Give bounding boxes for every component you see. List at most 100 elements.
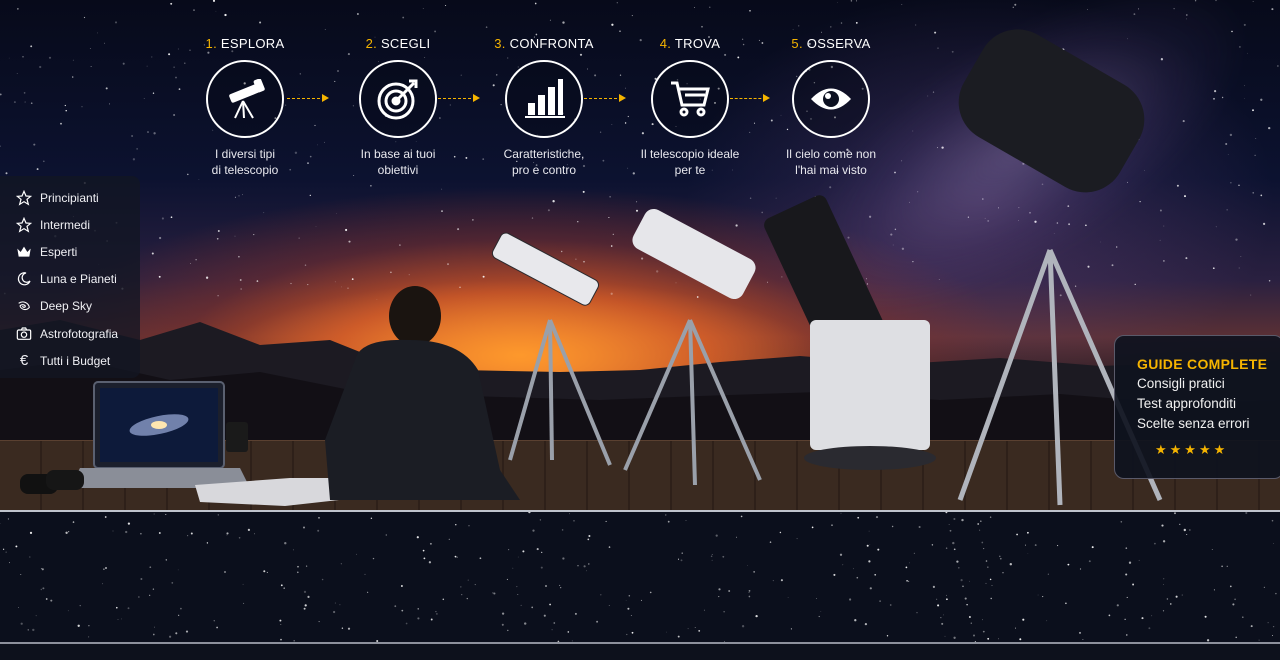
- person-silhouette: [325, 286, 520, 500]
- step-circle[interactable]: [359, 60, 437, 138]
- star-dot: [649, 591, 652, 594]
- star-dot: [736, 536, 737, 538]
- star-dot: [640, 599, 642, 601]
- guide-complete-card[interactable]: GUIDE COMPLETE Consigli pratici Test app…: [1114, 335, 1280, 479]
- galaxy-icon: [16, 298, 32, 314]
- step-esplora[interactable]: 1. ESPLORA I diversi tipi di telescopio: [185, 36, 305, 178]
- star-dot: [1229, 585, 1232, 588]
- star-dot: [435, 610, 437, 613]
- star-dot: [40, 588, 43, 591]
- star-dot: [1027, 531, 1029, 534]
- star-dot: [169, 635, 172, 638]
- star-dot: [949, 529, 952, 532]
- star-dot: [190, 532, 193, 535]
- sidebar-item-principianti[interactable]: Principianti: [16, 184, 140, 211]
- sidebar-item-label: Tutti i Budget: [40, 353, 111, 368]
- star-dot: [539, 519, 542, 521]
- step-arrow: [730, 94, 770, 102]
- star-dot: [35, 615, 37, 617]
- star-dot: [687, 628, 689, 630]
- star-dot: [625, 599, 627, 601]
- star-dot: [20, 622, 23, 625]
- star-dot: [981, 541, 984, 544]
- star-dot: [667, 520, 670, 523]
- star-dot: [956, 560, 959, 563]
- star-dot: [553, 622, 556, 624]
- star-dot: [1034, 544, 1037, 547]
- sidebar-item-intermedi[interactable]: Intermedi: [16, 211, 140, 238]
- star-dot: [292, 549, 294, 551]
- star-dot: [394, 605, 397, 608]
- star-dot: [779, 531, 782, 534]
- sidebar-item-luna-pianeti[interactable]: Luna e Pianeti: [16, 266, 140, 293]
- star-dot: [990, 597, 992, 600]
- star-dot: [238, 537, 241, 539]
- step-osserva[interactable]: 5. OSSERVA Il cielo come non l'hai mai vi…: [771, 36, 891, 178]
- crown-icon: [16, 244, 32, 260]
- star-dot: [1162, 610, 1165, 612]
- star-dot: [165, 514, 167, 515]
- step-circle[interactable]: [792, 60, 870, 138]
- star-dot: [627, 607, 630, 610]
- star-dot: [429, 542, 432, 545]
- star-dot: [694, 627, 696, 628]
- step-arrow: [438, 94, 480, 102]
- star-dot: [937, 604, 940, 607]
- step-circle[interactable]: [505, 60, 583, 138]
- star-dot: [588, 563, 590, 565]
- star-dot: [543, 614, 546, 617]
- step-arrow: [584, 94, 626, 102]
- sidebar-item-deep-sky[interactable]: Deep Sky: [16, 293, 140, 320]
- star-dot: [1204, 615, 1207, 618]
- step-circle[interactable]: [206, 60, 284, 138]
- star-dot: [304, 604, 307, 607]
- star-dot: [718, 588, 721, 591]
- star-dot: [853, 568, 854, 570]
- step-scegli[interactable]: 2. SCEGLI In base ai tuoi obiettivi: [338, 36, 458, 178]
- sidebar-item-tutti-budget[interactable]: € Tutti i Budget: [16, 347, 140, 374]
- star-dot: [987, 566, 989, 568]
- mug-image: [226, 422, 248, 452]
- star-dot: [748, 592, 750, 593]
- star-dot: [857, 516, 860, 519]
- star-dot: [158, 532, 161, 534]
- star-dot: [1186, 533, 1188, 536]
- star-dot: [1108, 614, 1111, 617]
- star-dot: [1078, 631, 1082, 634]
- star-dot: [1235, 636, 1237, 639]
- star-dot: [370, 517, 373, 519]
- step-trova[interactable]: 4. TROVA Il telescopio ideale per te: [630, 36, 750, 178]
- star-dot: [422, 549, 425, 552]
- star-dot: [266, 571, 268, 573]
- star-dot: [2, 548, 5, 550]
- step-confronta[interactable]: 3. CONFRONTA Caratteristiche, pro e contr…: [484, 36, 604, 178]
- step-circle[interactable]: [651, 60, 729, 138]
- star-dot: [347, 627, 351, 630]
- sidebar-item-label: Esperti: [40, 244, 78, 259]
- star-dot: [467, 579, 469, 581]
- star-dot: [29, 531, 33, 535]
- star-dot: [961, 518, 964, 522]
- star-dot: [280, 638, 282, 641]
- sidebar-item-label: Intermedi: [40, 217, 91, 232]
- moon-icon: [16, 271, 32, 287]
- star-dot: [77, 624, 80, 627]
- starfield: [0, 512, 1277, 642]
- star-dot: [1027, 553, 1029, 554]
- sidebar-item-astrofotografia[interactable]: Astrofotografia: [16, 320, 140, 347]
- star-dot: [1267, 622, 1269, 624]
- star-dot: [116, 606, 118, 609]
- star-dot: [983, 548, 985, 550]
- star-dot: [966, 603, 968, 606]
- star-dot: [1263, 586, 1266, 589]
- star-dot: [153, 626, 156, 628]
- sidebar-item-esperti[interactable]: Esperti: [16, 238, 140, 265]
- star-dot: [854, 619, 857, 622]
- footer-strip: [0, 644, 1280, 660]
- star-dot: [722, 555, 725, 558]
- star-dot: [461, 594, 463, 596]
- guide-feature: Scelte senza errori: [1137, 416, 1250, 431]
- star-dot: [1082, 639, 1084, 641]
- star-dot: [385, 534, 387, 536]
- star-dot: [831, 524, 833, 526]
